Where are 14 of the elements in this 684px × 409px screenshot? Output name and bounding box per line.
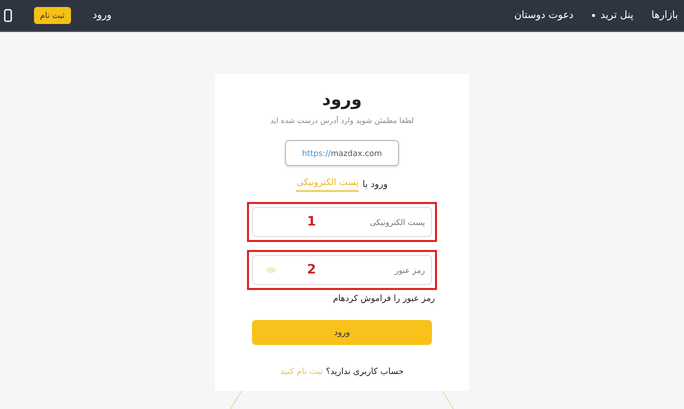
login-title: ورود	[322, 90, 362, 110]
nav-link[interactable]: بازارها	[651, 10, 678, 21]
login-button[interactable]: ورود	[252, 320, 432, 345]
annotation-number: 2	[307, 262, 316, 278]
nav-link[interactable]: دعوت دوستان	[514, 10, 574, 21]
method-label: ورود با	[362, 180, 388, 190]
nav-link[interactable]: پنل ترید	[592, 10, 634, 21]
url-box: https://mazdax.com	[285, 140, 399, 166]
phone-icon[interactable]	[4, 9, 12, 22]
signup-prompt: حساب کاربری ندارید؟	[326, 367, 404, 377]
signup-button[interactable]: ثبت نام	[34, 7, 71, 24]
forgot-password-link[interactable]: رمز عبور را فراموش کردهام	[332, 294, 435, 304]
annotation-number: 1	[307, 214, 316, 230]
login-link[interactable]: ورود	[92, 10, 112, 21]
